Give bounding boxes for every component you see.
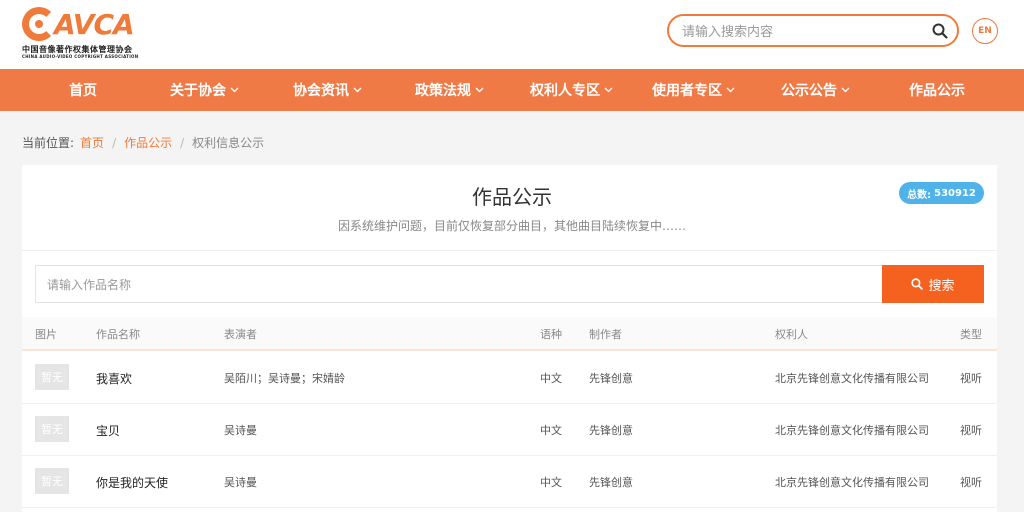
logo-letters: AVCA (54, 7, 135, 41)
thumbnail-placeholder: 暂无 (35, 416, 69, 442)
total-value: 530912 (934, 187, 976, 199)
work-name[interactable]: 我喜欢 (96, 352, 132, 404)
nav-item-policy[interactable]: 政策法规 (415, 69, 484, 111)
nav-label: 关于协会 (170, 83, 226, 99)
table-row[interactable]: 暂无 宝贝 吴诗曼 中文 先锋创意 北京先锋创意文化传播有限公司 视听 (22, 404, 997, 456)
column-header: 类型 (960, 328, 982, 341)
chevron-down-icon (230, 87, 239, 93)
nav-label: 使用者专区 (652, 83, 722, 99)
work-name[interactable]: 你是我的天使 (96, 456, 168, 508)
logo[interactable]: AVCA 中国音像著作权集体管理协会 CHINA AUDIO-VIDEO COP… (22, 4, 144, 60)
nav-item-about[interactable]: 关于协会 (170, 69, 239, 111)
breadcrumb-current: 权利信息公示 (192, 136, 265, 150)
breadcrumb: 当前位置: 首页 / 作品公示 / 权利信息公示 (22, 134, 264, 151)
rights-owner: 北京先锋创意文化传播有限公司 (775, 372, 929, 385)
nav-label: 政策法规 (415, 83, 471, 99)
nav-item-home[interactable]: 首页 (69, 69, 97, 111)
rights-owner: 北京先锋创意文化传播有限公司 (775, 424, 929, 437)
total-label: 总数: (907, 189, 932, 201)
chevron-down-icon (841, 87, 850, 93)
producer: 先锋创意 (589, 424, 633, 437)
logo-c-icon (22, 7, 56, 41)
table-row[interactable]: 暂无 我喜欢 吴陌川；吴诗曼；宋婧龄 中文 先锋创意 北京先锋创意文化传播有限公… (22, 352, 997, 404)
site-search-input[interactable]: 请输入搜索内容 (682, 21, 923, 40)
work-type: 视听 (960, 476, 982, 489)
work-type: 视听 (960, 424, 982, 437)
language-en-button[interactable]: EN (972, 18, 998, 44)
column-header: 语种 (540, 328, 562, 341)
search-icon[interactable] (923, 16, 957, 46)
work-type: 视听 (960, 372, 982, 385)
site-search-box[interactable]: 请输入搜索内容 (667, 14, 959, 47)
breadcrumb-prefix: 当前位置: (22, 136, 75, 150)
table-row[interactable]: 暂无 你是我的天使 吴诗曼 中文 先锋创意 北京先锋创意文化传播有限公司 视听 (22, 456, 997, 508)
total-badge: 总数: 530912 (899, 182, 984, 204)
logo-mark: AVCA (22, 4, 144, 44)
nav-item-works[interactable]: 作品公示 (909, 69, 965, 111)
work-name[interactable]: 宝贝 (96, 404, 120, 456)
performer: 吴诗曼 (224, 476, 257, 489)
breadcrumb-separator: / (112, 135, 117, 150)
work-search-placeholder: 请输入作品名称 (47, 277, 132, 292)
column-header: 图片 (35, 328, 57, 341)
language: 中文 (540, 372, 562, 385)
thumbnail-placeholder: 暂无 (35, 364, 69, 390)
rights-owner: 北京先锋创意文化传播有限公司 (775, 476, 929, 489)
column-header: 作品名称 (96, 328, 140, 341)
chevron-down-icon (475, 87, 484, 93)
column-header: 权利人 (775, 328, 808, 341)
nav-label: 公示公告 (781, 83, 837, 99)
search-button[interactable]: 搜索 (882, 265, 984, 303)
breadcrumb-home[interactable]: 首页 (80, 134, 104, 151)
nav-item-news[interactable]: 协会资讯 (293, 69, 362, 111)
producer: 先锋创意 (589, 476, 633, 489)
performer: 吴诗曼 (224, 424, 257, 437)
work-search-input[interactable]: 请输入作品名称 (35, 265, 883, 303)
nav-label: 协会资讯 (293, 83, 349, 99)
main-nav: 首页 关于协会 协会资讯 政策法规 权利人专区 使用者专区 公示公告 作品公示 (0, 69, 1024, 111)
top-bar: AVCA 中国音像著作权集体管理协会 CHINA AUDIO-VIDEO COP… (0, 0, 1024, 69)
table-header: 图片 作品名称 表演者 语种 制作者 权利人 类型 (22, 317, 997, 351)
column-header: 表演者 (224, 328, 257, 341)
search-button-label: 搜索 (928, 278, 955, 294)
nav-item-rightsholders[interactable]: 权利人专区 (530, 69, 613, 111)
performer: 吴陌川；吴诗曼；宋婧龄 (224, 372, 345, 385)
chevron-down-icon (353, 87, 362, 93)
chevron-down-icon (604, 87, 613, 93)
logo-en-text: CHINA AUDIO-VIDEO COPYRIGHT ASSOCIATION (22, 54, 139, 59)
language: 中文 (540, 476, 562, 489)
producer: 先锋创意 (589, 372, 633, 385)
breadcrumb-separator: / (180, 135, 185, 150)
chevron-down-icon (726, 87, 735, 93)
nav-label: 首页 (69, 83, 97, 99)
nav-label: 作品公示 (909, 83, 965, 99)
nav-item-users[interactable]: 使用者专区 (652, 69, 735, 111)
language: 中文 (540, 424, 562, 437)
column-header: 制作者 (589, 328, 622, 341)
page-subtitle: 因系统维护问题，目前仅恢复部分曲目，其他曲目陆续恢复中…… (337, 219, 686, 233)
divider (22, 250, 997, 251)
nav-item-announcements[interactable]: 公示公告 (781, 69, 850, 111)
search-icon (911, 278, 924, 290)
page-title: 作品公示 (472, 185, 552, 209)
nav-label: 权利人专区 (530, 83, 600, 99)
breadcrumb-section[interactable]: 作品公示 (124, 134, 172, 151)
thumbnail-placeholder: 暂无 (35, 468, 69, 494)
